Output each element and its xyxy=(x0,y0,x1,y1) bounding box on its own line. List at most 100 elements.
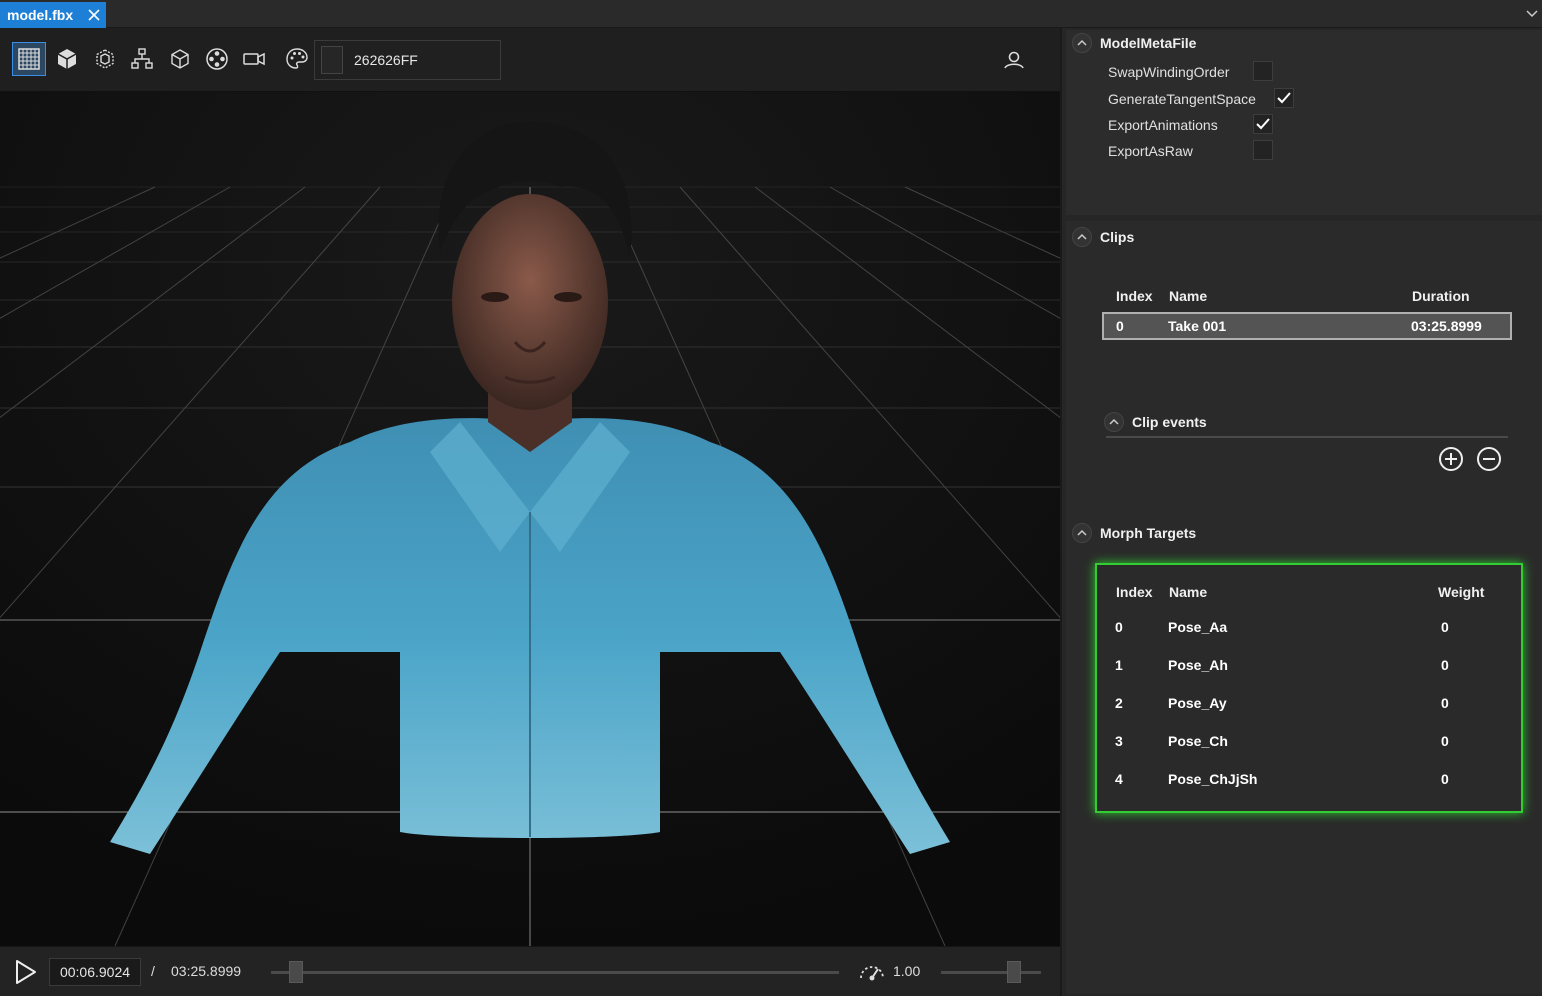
morph-weight: 0 xyxy=(1441,695,1449,711)
playback-speed: 1.00 xyxy=(893,963,921,979)
close-icon[interactable] xyxy=(86,7,102,23)
morph-name: Pose_ChJjSh xyxy=(1168,771,1258,787)
table-row[interactable]: 3 Pose_Ch 0 xyxy=(1097,727,1521,757)
background-color-button[interactable] xyxy=(280,42,314,76)
morph-name: Pose_Ch xyxy=(1168,733,1228,749)
table-row[interactable]: 2 Pose_Ay 0 xyxy=(1097,689,1521,719)
hierarchy-button[interactable] xyxy=(125,42,159,76)
morph-name: Pose_Aa xyxy=(1168,619,1228,635)
properties-panel: ModelMetaFile SwapWindingOrder GenerateT… xyxy=(1060,28,1542,996)
morph-header-name: Name xyxy=(1169,584,1208,600)
hierarchy-icon xyxy=(131,48,153,69)
morph-index: 4 xyxy=(1115,771,1123,787)
speed-track[interactable] xyxy=(941,971,1041,974)
3d-scene[interactable] xyxy=(0,92,1060,946)
vertex-view-button[interactable] xyxy=(88,42,122,76)
viewport-toolbar: 262626FF xyxy=(0,28,1060,92)
background-color-field[interactable]: 262626FF xyxy=(314,40,501,80)
wireframe-button[interactable] xyxy=(163,42,197,76)
morph-targets-header[interactable]: Morph Targets xyxy=(1072,523,1196,543)
chevron-up-icon[interactable] xyxy=(1072,33,1092,53)
clip-name: Take 001 xyxy=(1168,318,1227,334)
play-icon xyxy=(16,960,36,984)
reset-camera-button[interactable] xyxy=(998,46,1030,74)
speed-slider[interactable] xyxy=(1007,961,1021,983)
prop-label-export-raw: ExportAsRaw xyxy=(1108,143,1193,159)
table-row[interactable]: 4 Pose_ChJjSh 0 xyxy=(1097,765,1521,795)
morph-targets-table: Index Name Weight 0 Pose_Aa 0 1 Pose_Ah … xyxy=(1095,563,1523,813)
export-animations-checkbox[interactable] xyxy=(1253,114,1273,134)
remove-event-button[interactable] xyxy=(1476,446,1502,472)
chevron-down-icon[interactable] xyxy=(1524,6,1540,22)
tangent-space-checkbox[interactable] xyxy=(1274,88,1294,108)
chevron-up-icon[interactable] xyxy=(1104,412,1124,432)
chevron-up-icon[interactable] xyxy=(1072,227,1092,247)
morph-name: Pose_Ah xyxy=(1168,657,1228,673)
color-swatch[interactable] xyxy=(321,46,343,74)
cube-solid-icon xyxy=(57,49,77,69)
skeleton-icon xyxy=(206,48,228,70)
morph-targets-title: Morph Targets xyxy=(1100,525,1197,541)
model-meta-header[interactable]: ModelMetaFile xyxy=(1072,33,1196,53)
tab-bar: model.fbx xyxy=(0,0,1542,28)
morph-name: Pose_Ay xyxy=(1168,695,1227,711)
export-raw-checkbox[interactable] xyxy=(1253,140,1273,160)
morph-index: 2 xyxy=(1115,695,1123,711)
clip-index: 0 xyxy=(1116,318,1124,334)
morph-weight: 0 xyxy=(1441,733,1449,749)
camera-button[interactable] xyxy=(237,42,271,76)
prop-label-tangent: GenerateTangentSpace xyxy=(1108,91,1256,107)
clips-header-duration: Duration xyxy=(1412,288,1470,304)
checkmark-icon xyxy=(1277,92,1291,104)
prop-label-swap-winding: SwapWindingOrder xyxy=(1108,64,1230,80)
speedometer-icon xyxy=(860,966,884,981)
swap-winding-checkbox[interactable] xyxy=(1253,61,1273,81)
table-row[interactable]: 0 Take 001 03:25.8999 xyxy=(1102,312,1512,340)
morph-weight: 0 xyxy=(1441,619,1449,635)
morph-header-weight: Weight xyxy=(1438,584,1485,600)
scene-canvas[interactable] xyxy=(0,92,1060,946)
table-row[interactable]: 1 Pose_Ah 0 xyxy=(1097,651,1521,681)
play-button[interactable] xyxy=(10,957,40,987)
morph-header-index: Index xyxy=(1116,584,1153,600)
timeline-bar: 00:06.9024 / 03:25.8999 1.00 xyxy=(0,946,1060,996)
morph-weight: 0 xyxy=(1441,771,1449,787)
total-time: 03:25.8999 xyxy=(171,963,242,979)
solid-view-button[interactable] xyxy=(50,42,84,76)
tab-model-fbx[interactable]: model.fbx xyxy=(0,2,106,28)
clip-events-title: Clip events xyxy=(1132,414,1207,430)
timeline-scrubber[interactable] xyxy=(289,961,304,983)
grid-toggle-button[interactable] xyxy=(12,42,46,76)
current-time: 00:06.9024 xyxy=(59,964,131,980)
divider xyxy=(1106,436,1508,438)
morph-weight: 0 xyxy=(1441,657,1449,673)
checkmark-icon xyxy=(1256,118,1270,130)
prop-label-export-anim: ExportAnimations xyxy=(1108,117,1218,133)
clips-header[interactable]: Clips xyxy=(1072,227,1134,247)
camera-icon xyxy=(243,52,265,66)
current-time-field[interactable]: 00:06.9024 xyxy=(49,958,141,986)
table-row[interactable]: 0 Pose_Aa 0 xyxy=(1097,613,1521,643)
user-icon xyxy=(1004,51,1024,69)
morph-index: 1 xyxy=(1115,657,1123,673)
clips-header-index: Index xyxy=(1116,288,1153,304)
tab-label: model.fbx xyxy=(7,7,74,23)
cube-wire-icon xyxy=(171,49,189,69)
clip-events-header[interactable]: Clip events xyxy=(1104,412,1207,432)
color-value: 262626FF xyxy=(354,52,418,68)
grid-icon xyxy=(18,48,40,70)
time-separator: / xyxy=(151,963,155,979)
timeline-track[interactable] xyxy=(271,971,839,974)
model-meta-title: ModelMetaFile xyxy=(1100,35,1197,51)
viewport: 262626FF 00:06.9024 / 03:25.8999 1.00 xyxy=(0,28,1060,996)
morph-index: 0 xyxy=(1115,619,1123,635)
skeleton-button[interactable] xyxy=(200,42,234,76)
cube-dots-icon xyxy=(96,49,114,69)
morph-index: 3 xyxy=(1115,733,1123,749)
clip-duration: 03:25.8999 xyxy=(1411,318,1482,334)
chevron-up-icon[interactable] xyxy=(1072,523,1092,543)
palette-icon xyxy=(286,48,308,69)
clips-title: Clips xyxy=(1100,229,1135,245)
add-event-button[interactable] xyxy=(1438,446,1464,472)
clips-header-name: Name xyxy=(1169,288,1208,304)
